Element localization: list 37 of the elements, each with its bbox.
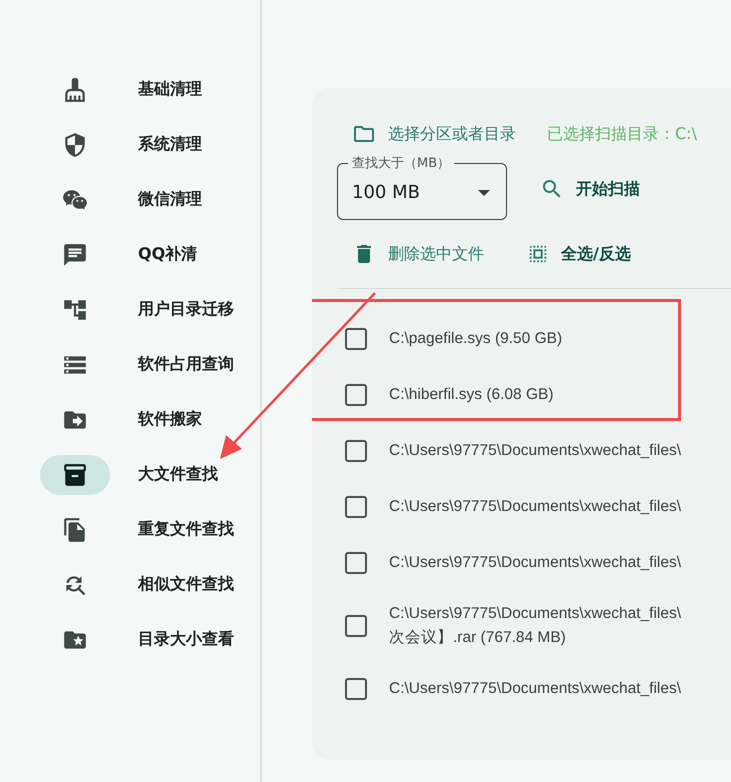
checkbox[interactable] bbox=[345, 328, 367, 350]
file-path: 次会议】.rar (767.84 MB) bbox=[389, 628, 567, 648]
checkbox[interactable] bbox=[345, 615, 367, 637]
message-icon bbox=[62, 242, 88, 268]
file-path: C:\Users\97775\Documents\xwechat_files\ bbox=[389, 554, 682, 572]
sidebar-item[interactable]: 软件占用查询 bbox=[40, 337, 260, 392]
checkbox[interactable] bbox=[345, 496, 367, 518]
checkbox[interactable] bbox=[345, 440, 367, 462]
sidebar-item[interactable]: 软件搬家 bbox=[40, 392, 260, 447]
select-all-icon bbox=[527, 243, 549, 265]
file-path: C:\hiberfil.sys (6.08 GB) bbox=[389, 386, 554, 404]
sidebar-item[interactable]: 用户目录迁移 bbox=[40, 282, 260, 337]
select-all-button[interactable]: 全选/反选 bbox=[512, 239, 637, 269]
file-path: C:\pagefile.sys (9.50 GB) bbox=[389, 330, 562, 348]
sidebar-item[interactable]: 基础清理 bbox=[40, 62, 260, 117]
archive-box-icon bbox=[62, 462, 88, 488]
sidebar-item[interactable]: 系统清理 bbox=[40, 117, 260, 172]
sidebar-item[interactable]: QQ补清 bbox=[40, 227, 260, 282]
checkbox[interactable] bbox=[345, 552, 367, 574]
checkbox[interactable] bbox=[345, 678, 367, 700]
delete-button[interactable]: 删除选中文件 bbox=[337, 238, 490, 270]
sidebar-item[interactable]: 大文件查找 bbox=[40, 447, 260, 502]
sidebar-item[interactable]: 目录大小查看 bbox=[40, 612, 260, 667]
selected-directory-text: 已选择扫描目录：C:\ bbox=[547, 124, 697, 144]
file-path: C:\Users\97775\Documents\xwechat_files\ bbox=[389, 680, 682, 698]
choose-directory-button[interactable]: 选择分区或者目录 bbox=[337, 118, 522, 150]
sidebar-item[interactable]: 微信清理 bbox=[40, 172, 260, 227]
caret-icon bbox=[478, 190, 490, 196]
files-icon bbox=[62, 516, 88, 542]
sidebar-item[interactable]: 相似文件查找 bbox=[40, 557, 260, 612]
file-path: C:\Users\97775\Documents\xwechat_files\ bbox=[389, 498, 682, 516]
scan-button[interactable]: 开始扫描 bbox=[525, 173, 646, 205]
checkbox[interactable] bbox=[345, 384, 367, 406]
file-path: C:\Users\97775\Documents\xwechat_files\ bbox=[389, 442, 682, 460]
sidebar-item[interactable]: 重复文件查找 bbox=[40, 502, 260, 557]
size-select[interactable]: 查找大于（MB） 100 MB bbox=[337, 154, 507, 220]
file-path: C:\Users\97775\Documents\xwechat_files\ bbox=[389, 604, 682, 622]
